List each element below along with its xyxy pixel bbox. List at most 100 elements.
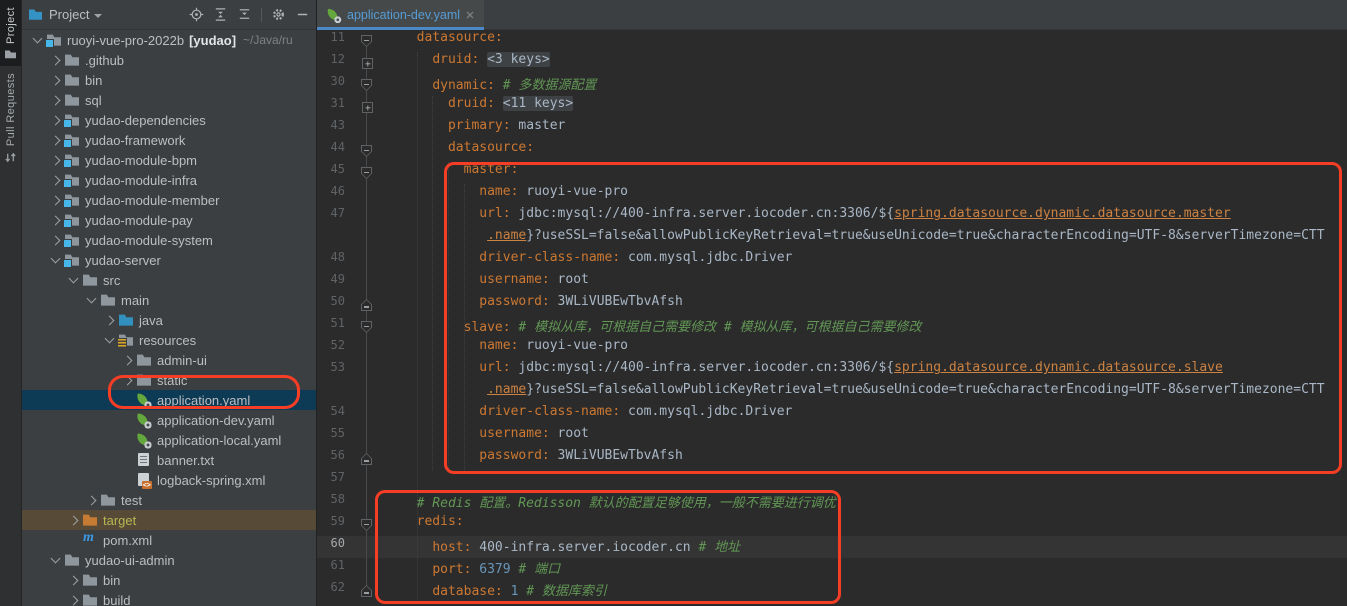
tree-item-github[interactable]: .github (22, 50, 316, 70)
chevron-right-icon[interactable] (123, 376, 133, 386)
fold-marker-open-icon[interactable] (361, 79, 372, 91)
code-line-11[interactable]: 11 datasource: (317, 30, 1347, 52)
yaml-reference-link[interactable]: spring.datasource.dynamic.datasource.sla… (894, 360, 1223, 375)
tree-item-yudao-module-member[interactable]: yudao-module-member (22, 190, 316, 210)
fold-marker-end-icon[interactable] (361, 585, 372, 597)
chevron-right-icon[interactable] (69, 516, 79, 526)
tree-item-application-dev-yaml[interactable]: application-dev.yaml (22, 410, 316, 430)
code-line-48[interactable]: 48 driver-class-name: com.mysql.jdbc.Dri… (317, 250, 1347, 272)
code-line-31[interactable]: 31 druid: <11 keys> (317, 96, 1347, 118)
tree-item-target[interactable]: target (22, 510, 316, 530)
chevron-down-icon[interactable] (87, 294, 97, 304)
fold-marker-plus-icon[interactable] (362, 102, 373, 113)
tree-item-logback-spring-xml[interactable]: logback-spring.xml (22, 470, 316, 490)
chevron-right-icon[interactable] (87, 496, 97, 506)
tree-item-yudao-server[interactable]: yudao-server (22, 250, 316, 270)
tree-item-bin[interactable]: bin (22, 570, 316, 590)
code-line-52[interactable]: 52 name: ruoyi-vue-pro (317, 338, 1347, 360)
tree-item-application-yaml[interactable]: application.yaml (22, 390, 316, 410)
code-line-wrap[interactable]: .name}?useSSL=false&allowPublicKeyRetrie… (317, 228, 1347, 250)
chevron-right-icon[interactable] (51, 156, 61, 166)
chevron-down-icon[interactable] (33, 34, 43, 44)
yaml-reference-link[interactable]: .name (487, 228, 526, 243)
yaml-reference-link[interactable]: .name (487, 382, 526, 397)
chevron-right-icon[interactable] (51, 136, 61, 146)
code-line-50[interactable]: 50 password: 3WLiVUBEwTbvAfsh (317, 294, 1347, 316)
code-line-59[interactable]: 59 redis: (317, 514, 1347, 536)
tree-item-main[interactable]: main (22, 290, 316, 310)
code-line-57[interactable]: 57 (317, 470, 1347, 492)
code-line-55[interactable]: 55 username: root (317, 426, 1347, 448)
tree-item-sql[interactable]: sql (22, 90, 316, 110)
tree-item-pom-xml[interactable]: pom.xml (22, 530, 316, 550)
code-line-51[interactable]: 51 slave: # 模拟从库，可根据自己需要修改 # 模拟从库，可根据自己需… (317, 316, 1347, 338)
hide-panel-icon[interactable] (295, 7, 310, 22)
chevron-down-icon[interactable] (51, 554, 61, 564)
code-line-wrap[interactable]: .name}?useSSL=false&allowPublicKeyRetrie… (317, 382, 1347, 404)
tree-item-resources[interactable]: resources (22, 330, 316, 350)
chevron-right-icon[interactable] (51, 236, 61, 246)
fold-marker-end-icon[interactable] (361, 453, 372, 465)
tree-item-test[interactable]: test (22, 490, 316, 510)
tree-item-java[interactable]: java (22, 310, 316, 330)
code-viewport[interactable]: 11 datasource:12 druid: <3 keys>30 dynam… (317, 30, 1347, 606)
chevron-down-icon[interactable] (94, 14, 102, 18)
tree-item-application-local-yaml[interactable]: application-local.yaml (22, 430, 316, 450)
fold-marker-open-icon[interactable] (361, 519, 372, 531)
locate-icon[interactable] (189, 7, 204, 22)
tree-item-yudao-module-system[interactable]: yudao-module-system (22, 230, 316, 250)
chevron-right-icon[interactable] (105, 316, 115, 326)
tree-item-yudao-ui-admin[interactable]: yudao-ui-admin (22, 550, 316, 570)
code-line-43[interactable]: 43 primary: master (317, 118, 1347, 140)
code-line-53[interactable]: 53 url: jdbc:mysql://400-infra.server.io… (317, 360, 1347, 382)
tree-item-yudao-module-infra[interactable]: yudao-module-infra (22, 170, 316, 190)
expand-collapse-icon[interactable] (237, 7, 252, 22)
collapse-all-icon[interactable] (213, 7, 228, 22)
code-line-30[interactable]: 30 dynamic: # 多数据源配置 (317, 74, 1347, 96)
tree-item-src[interactable]: src (22, 270, 316, 290)
tree-item-ruoyi-vue-pro-2022b[interactable]: ruoyi-vue-pro-2022b[yudao]~/Java/ru (22, 30, 316, 50)
chevron-right-icon[interactable] (51, 96, 61, 106)
tree-item-yudao-module-bpm[interactable]: yudao-module-bpm (22, 150, 316, 170)
code-line-60[interactable]: 60 host: 400-infra.server.iocoder.cn # 地… (317, 536, 1347, 558)
close-icon[interactable] (465, 10, 475, 20)
tree-item-bin[interactable]: bin (22, 70, 316, 90)
code-line-56[interactable]: 56 password: 3WLiVUBEwTbvAfsh (317, 448, 1347, 470)
code-line-47[interactable]: 47 url: jdbc:mysql://400-infra.server.io… (317, 206, 1347, 228)
code-line-46[interactable]: 46 name: ruoyi-vue-pro (317, 184, 1347, 206)
chevron-right-icon[interactable] (51, 56, 61, 66)
chevron-right-icon[interactable] (51, 176, 61, 186)
chevron-right-icon[interactable] (69, 576, 79, 586)
tab-application-dev-yaml[interactable]: application-dev.yaml (317, 0, 484, 29)
chevron-right-icon[interactable] (51, 196, 61, 206)
chevron-right-icon[interactable] (51, 116, 61, 126)
fold-marker-plus-icon[interactable] (362, 58, 373, 69)
chevron-down-icon[interactable] (51, 254, 61, 264)
project-toolbar-title[interactable]: Project (49, 7, 89, 22)
chevron-right-icon[interactable] (69, 596, 79, 606)
chevron-down-icon[interactable] (105, 334, 115, 344)
code-line-44[interactable]: 44 datasource: (317, 140, 1347, 162)
fold-marker-open-icon[interactable] (361, 321, 372, 333)
code-line-12[interactable]: 12 druid: <3 keys> (317, 52, 1347, 74)
tree-item-banner-txt[interactable]: banner.txt (22, 450, 316, 470)
settings-gear-icon[interactable] (271, 7, 286, 22)
tool-button-pull-requests[interactable]: Pull Requests (0, 66, 21, 171)
tree-item-yudao-module-pay[interactable]: yudao-module-pay (22, 210, 316, 230)
fold-marker-open-icon[interactable] (361, 35, 372, 47)
tree-item-yudao-dependencies[interactable]: yudao-dependencies (22, 110, 316, 130)
code-line-45[interactable]: 45 master: (317, 162, 1347, 184)
chevron-right-icon[interactable] (51, 216, 61, 226)
chevron-right-icon[interactable] (51, 76, 61, 86)
code-line-49[interactable]: 49 username: root (317, 272, 1347, 294)
code-line-62[interactable]: 62 database: 1 # 数据库索引 (317, 580, 1347, 602)
code-line-61[interactable]: 61 port: 6379 # 端口 (317, 558, 1347, 580)
folded-region-badge[interactable]: <3 keys> (487, 52, 550, 67)
tree-item-static[interactable]: static (22, 370, 316, 390)
folded-region-badge[interactable]: <11 keys> (503, 96, 573, 111)
yaml-reference-link[interactable]: spring.datasource.dynamic.datasource.mas… (894, 206, 1231, 221)
code-line-58[interactable]: 58 # Redis 配置。Redisson 默认的配置足够使用，一般不需要进行… (317, 492, 1347, 514)
editor-area[interactable]: application-dev.yaml 11 datasource:12 dr… (316, 0, 1347, 606)
fold-marker-open-icon[interactable] (361, 145, 372, 157)
code-line-54[interactable]: 54 driver-class-name: com.mysql.jdbc.Dri… (317, 404, 1347, 426)
